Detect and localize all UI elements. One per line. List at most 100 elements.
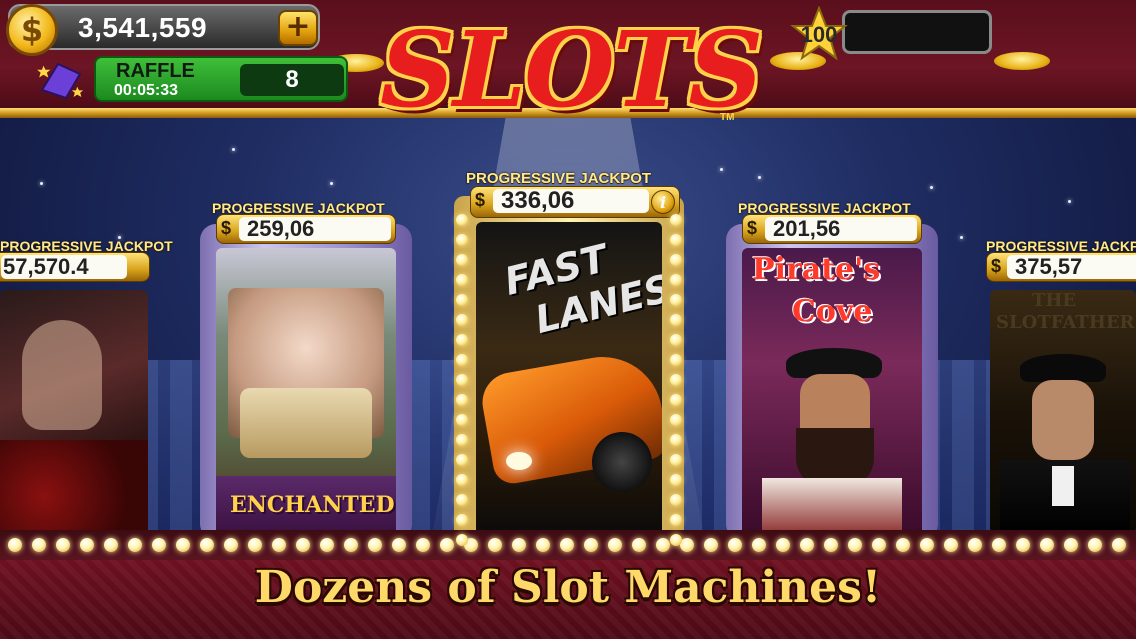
coin-icon: $ bbox=[6, 4, 58, 56]
raffle-label: RAFFLE bbox=[116, 60, 195, 82]
marquee-bulb bbox=[670, 534, 682, 546]
marquee-bulb bbox=[670, 334, 682, 346]
machine-title-line-2: Cove bbox=[792, 294, 873, 329]
marquee-bulb bbox=[456, 334, 468, 346]
marquee-bulb bbox=[670, 214, 682, 226]
rail-bulb bbox=[344, 538, 358, 552]
machine-title-line-1: THE bbox=[1032, 290, 1077, 311]
raffle-ticket-icon bbox=[37, 62, 84, 100]
machine-artwork: Pirate's Cove bbox=[742, 248, 922, 536]
rail-bulb bbox=[248, 538, 262, 552]
dollar-icon: $ bbox=[221, 218, 232, 238]
slots-logo: SLOTS bbox=[380, 8, 763, 131]
rail-bulb bbox=[872, 538, 886, 552]
rail-bulb bbox=[920, 538, 934, 552]
info-icon[interactable]: i bbox=[651, 190, 675, 214]
rail-bulb bbox=[1016, 538, 1030, 552]
jackpot-value: 336,06 bbox=[493, 189, 649, 213]
xp-progress-bar bbox=[842, 10, 992, 54]
add-coins-button[interactable]: + bbox=[278, 10, 318, 46]
star bbox=[1068, 200, 1071, 203]
star bbox=[758, 176, 761, 179]
rail-bulb bbox=[896, 538, 910, 552]
tagline: Dozens of Slot Machines! bbox=[254, 562, 882, 613]
marquee-bulb bbox=[456, 434, 468, 446]
dollar-icon: $ bbox=[991, 256, 1002, 276]
rail-bulb bbox=[944, 538, 958, 552]
rail-bulb bbox=[416, 538, 430, 552]
marquee-bulb bbox=[670, 294, 682, 306]
marquee-bulb bbox=[670, 514, 682, 526]
dollar-icon: $ bbox=[475, 190, 486, 210]
marquee-bulb bbox=[456, 314, 468, 326]
rail-bulb bbox=[584, 538, 598, 552]
marquee-bulb bbox=[670, 414, 682, 426]
rail-bulb bbox=[296, 538, 310, 552]
marquee-bulb bbox=[456, 214, 468, 226]
raffle-panel[interactable]: RAFFLE 00:05:33 8 bbox=[36, 56, 348, 102]
rail-bulb bbox=[560, 538, 574, 552]
rail-bulb bbox=[1064, 538, 1078, 552]
marquee-bulb bbox=[670, 274, 682, 286]
jackpot-box: $ 375,57 bbox=[986, 252, 1136, 282]
rail-bulb bbox=[824, 538, 838, 552]
marquee-bulb bbox=[456, 394, 468, 406]
dollar-icon: $ bbox=[747, 218, 758, 238]
rail-bulb bbox=[488, 538, 502, 552]
coin-balance: 3,541,559 bbox=[78, 12, 208, 43]
rail-bulb bbox=[368, 538, 382, 552]
rail-bulb bbox=[1040, 538, 1054, 552]
marquee-bulb bbox=[456, 254, 468, 266]
marquee-bulb bbox=[456, 234, 468, 246]
rail-bulb bbox=[704, 538, 718, 552]
rail-bulb bbox=[680, 538, 694, 552]
rail-bulb bbox=[272, 538, 286, 552]
rail-bulb bbox=[8, 538, 22, 552]
coin-balance-panel: $ 3,541,559 + bbox=[6, 4, 320, 56]
gold-coin-decoration bbox=[994, 52, 1050, 70]
rail-bulb bbox=[776, 538, 790, 552]
star bbox=[930, 186, 933, 189]
level-number: 100 bbox=[800, 22, 838, 47]
marquee-bulb bbox=[670, 474, 682, 486]
marquee-bulb bbox=[456, 274, 468, 286]
logo-trademark: TM bbox=[720, 112, 735, 123]
jackpot-box: $ 259,06 bbox=[216, 214, 396, 244]
jackpot-box: $ 336,06 i bbox=[470, 186, 680, 218]
marquee-bulb bbox=[670, 454, 682, 466]
star bbox=[40, 182, 43, 185]
rail-bulb bbox=[224, 538, 238, 552]
rail-bulb bbox=[848, 538, 862, 552]
raffle-timer: 00:05:33 bbox=[114, 82, 179, 99]
jackpot-value: 201,56 bbox=[765, 217, 917, 241]
marquee-bulb bbox=[456, 354, 468, 366]
rail-bulb bbox=[608, 538, 622, 552]
marquee-bulb bbox=[670, 434, 682, 446]
rail-bulb bbox=[800, 538, 814, 552]
logo-text: SLOTS bbox=[380, 8, 763, 131]
machine-artwork: ENCHANTED bbox=[216, 248, 396, 536]
rail-bulb bbox=[56, 538, 70, 552]
raffle-box: RAFFLE 00:05:33 8 bbox=[94, 56, 348, 102]
rail-bulb bbox=[968, 538, 982, 552]
marquee-bulb bbox=[456, 374, 468, 386]
marquee-bulb bbox=[456, 534, 468, 546]
marquee-bulb bbox=[456, 474, 468, 486]
star bbox=[330, 182, 333, 185]
rail-bulb bbox=[440, 538, 454, 552]
rail-bulb bbox=[656, 538, 670, 552]
rail-bulb bbox=[320, 538, 334, 552]
marquee-bulb bbox=[670, 394, 682, 406]
machine-title: ENCHANTED bbox=[230, 492, 395, 518]
level-panel[interactable]: 100 bbox=[790, 6, 994, 61]
rail-bulb bbox=[32, 538, 46, 552]
rail-bulb bbox=[200, 538, 214, 552]
rail-bulb bbox=[176, 538, 190, 552]
rail-bulb bbox=[80, 538, 94, 552]
rail-bulb bbox=[512, 538, 526, 552]
jackpot-value: 259,06 bbox=[239, 217, 391, 241]
marquee-bulb bbox=[456, 294, 468, 306]
jackpot-box: 57,570.4 bbox=[0, 252, 150, 282]
rail-bulb bbox=[104, 538, 118, 552]
machine-artwork: THE SLOTFATHER bbox=[990, 290, 1136, 534]
